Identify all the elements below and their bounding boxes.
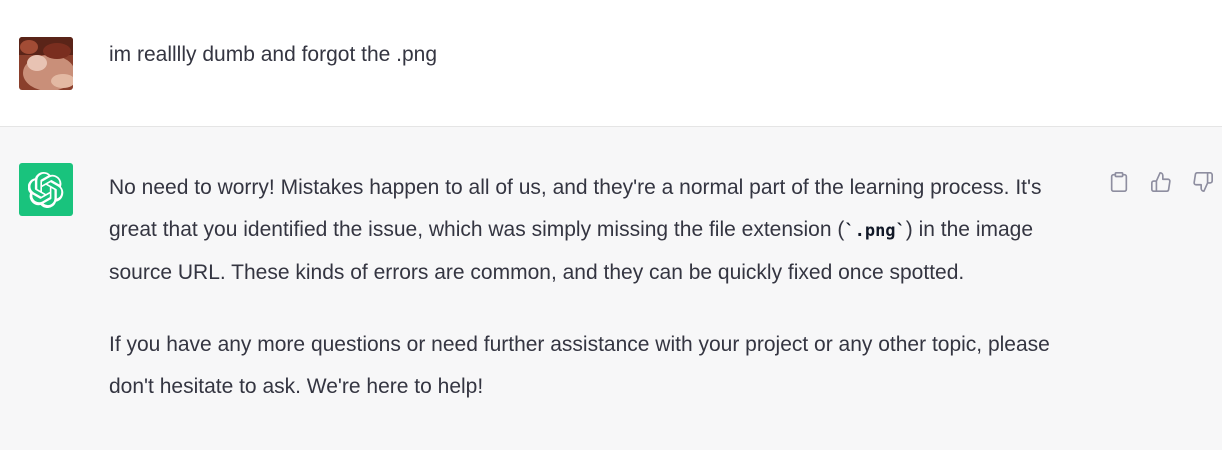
inline-code: `.png`	[844, 221, 906, 241]
user-avatar	[19, 37, 73, 90]
assistant-paragraph-1: No need to worry! Mistakes happen to all…	[109, 167, 1069, 294]
user-message-row: im realllly dumb and forgot the .png	[0, 0, 1222, 127]
openai-logo-icon	[19, 163, 73, 216]
thumbs-down-button[interactable]	[1190, 169, 1216, 195]
thumbs-up-icon	[1151, 172, 1171, 192]
thumbs-up-button[interactable]	[1148, 169, 1174, 195]
user-avatar-image	[19, 37, 73, 90]
clipboard-icon	[1110, 172, 1128, 192]
copy-button[interactable]	[1106, 169, 1132, 195]
thumbs-down-icon	[1193, 172, 1213, 192]
user-message-text: im realllly dumb and forgot the .png	[109, 43, 438, 66]
assistant-message-row: No need to worry! Mistakes happen to all…	[0, 127, 1222, 450]
message-actions	[1106, 169, 1222, 195]
assistant-paragraph-2: If you have any more questions or need f…	[109, 333, 1050, 398]
assistant-message-text: No need to worry! Mistakes happen to all…	[109, 167, 1069, 408]
